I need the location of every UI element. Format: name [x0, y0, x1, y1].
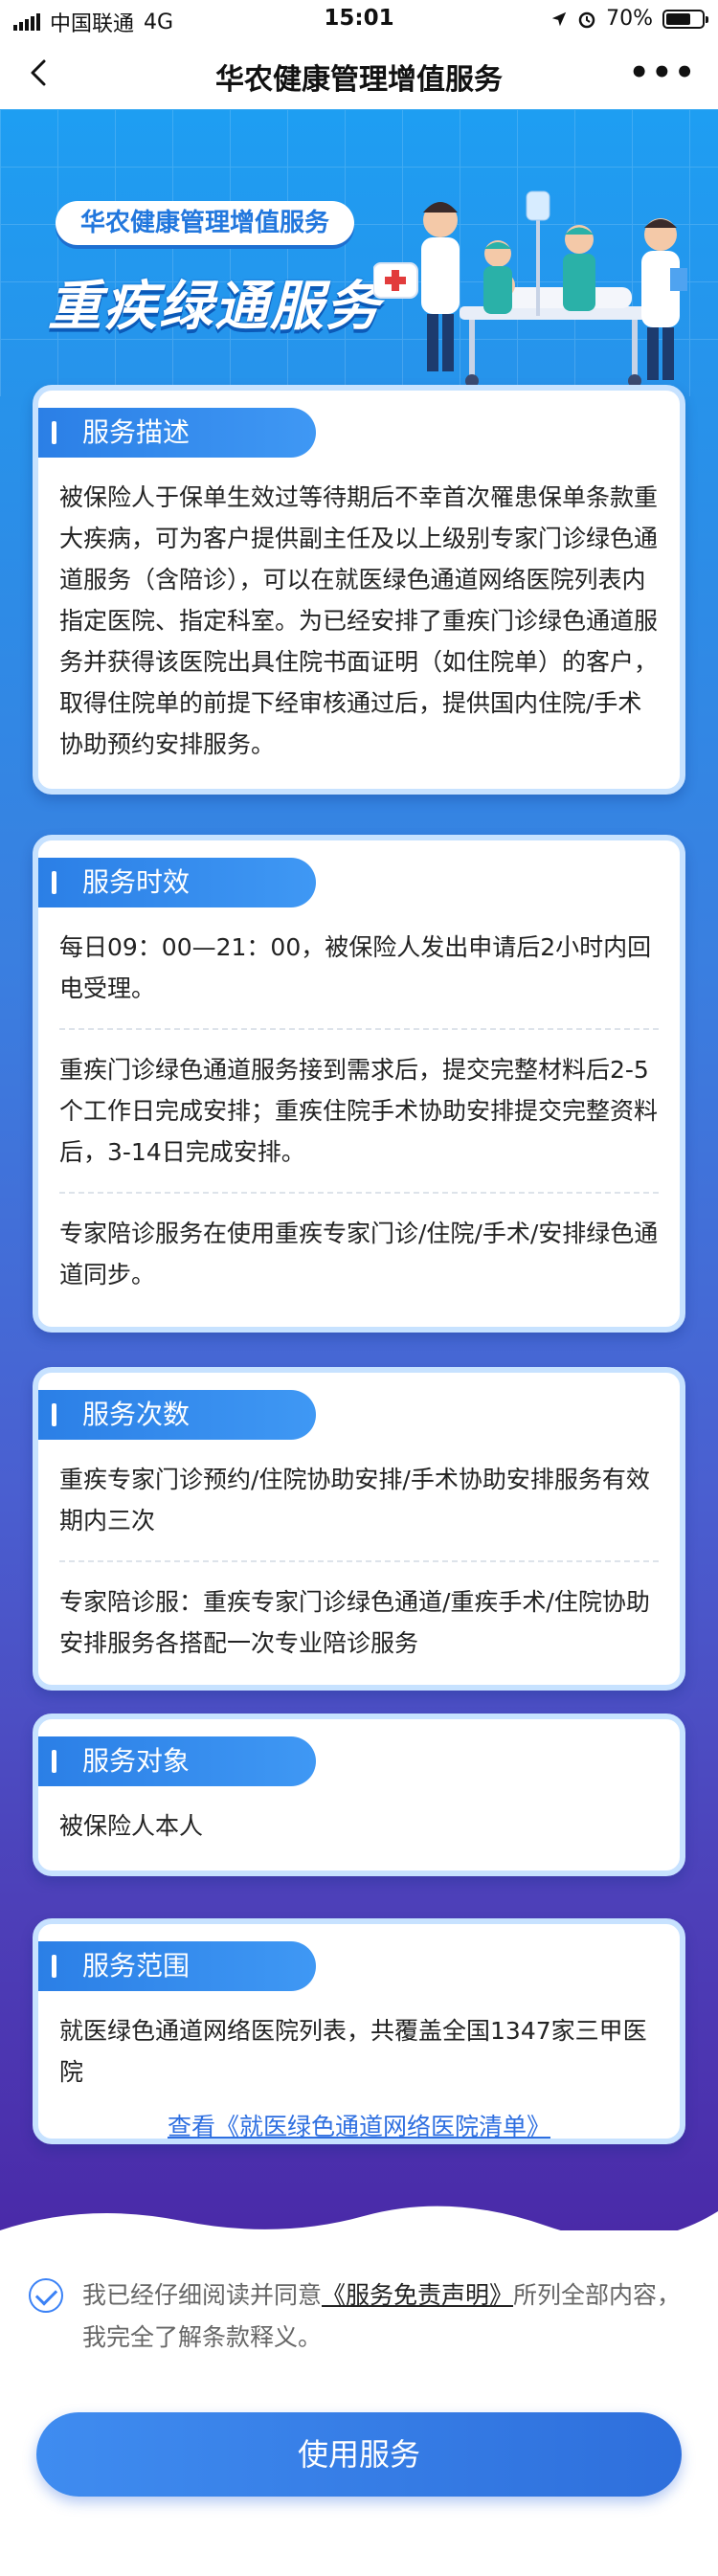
use-service-button[interactable]: 使用服务	[36, 2412, 682, 2497]
card-body: 重疾专家门诊预约/住院协助安排/手术协助安排服务有效期内三次 专家陪诊服：重疾专…	[59, 1459, 659, 1664]
count-text-2: 专家陪诊服：重疾专家门诊绿色通道/重疾手术/住院协助安排服务各搭配一次专业陪诊服…	[59, 1588, 650, 1657]
hero-badge: 华农健康管理增值服务	[56, 201, 355, 245]
timeliness-text-1: 每日09：00—21：00，被保险人发出申请后2小时内回电受理。	[59, 933, 652, 1002]
more-dots-icon[interactable]: •••	[629, 54, 697, 92]
divider	[59, 1560, 659, 1562]
medical-team-illustration	[373, 190, 687, 388]
card-count: 服务次数 重疾专家门诊预约/住院协助安排/手术协助安排服务有效期内三次 专家陪诊…	[33, 1367, 685, 1691]
section-header: 服务描述	[38, 408, 316, 458]
location-icon	[551, 11, 567, 26]
card-target: 服务对象 被保险人本人	[33, 1714, 685, 1876]
timeliness-text-2: 重疾门诊绿色通道服务接到需求后，提交完整材料后2-5个工作日完成安排；重疾住院手…	[59, 1056, 659, 1166]
card-scope: 服务范围 就医绿色通道网络医院列表，共覆盖全国1347家三甲医院 查看《就医绿色…	[33, 1918, 685, 2144]
card-body: 被保险人于保单生效过等待期后不幸首次罹患保单条款重大疾病，可为客户提供副主任及以…	[59, 477, 659, 765]
nav-bar: 华农健康管理增值服务 •••	[0, 38, 718, 109]
section-header: 服务次数	[38, 1390, 316, 1440]
divider	[59, 1028, 659, 1030]
card-body: 就医绿色通道网络医院列表，共覆盖全国1347家三甲医院 查看《就医绿色通道网络医…	[59, 2010, 659, 2147]
battery-percent: 70%	[606, 7, 653, 31]
agreement-prefix: 我已经仔细阅读并同意	[82, 2281, 323, 2309]
divider	[59, 1192, 659, 1194]
disclaimer-link[interactable]: 《服务免责声明》	[322, 2281, 513, 2309]
card-body: 被保险人本人	[59, 1805, 659, 1847]
hospital-list-link[interactable]: 查看《就医绿色通道网络医院清单》	[59, 2106, 659, 2147]
battery-icon	[662, 9, 708, 29]
section-header: 服务时效	[38, 858, 316, 907]
card-body: 每日09：00—21：00，被保险人发出申请后2小时内回电受理。 重疾门诊绿色通…	[59, 927, 659, 1295]
section-header: 服务对象	[38, 1736, 316, 1786]
card-description: 服务描述 被保险人于保单生效过等待期后不幸首次罹患保单条款重大疾病，可为客户提供…	[33, 385, 685, 795]
target-text: 被保险人本人	[59, 1812, 204, 1840]
agreement-checkbox[interactable]	[29, 2278, 63, 2313]
bottom-panel: 我已经仔细阅读并同意《服务免责声明》所列全部内容，我完全了解条款释义。 使用服务	[0, 2230, 718, 2576]
description-text: 被保险人于保单生效过等待期后不幸首次罹患保单条款重大疾病，可为客户提供副主任及以…	[59, 483, 659, 758]
timeliness-text-3: 专家陪诊服务在使用重疾专家门诊/住院/手术/安排绿色通道同步。	[59, 1220, 659, 1288]
status-right: 70%	[550, 7, 708, 31]
agreement-row: 我已经仔细阅读并同意《服务免责声明》所列全部内容，我完全了解条款释义。	[29, 2274, 689, 2359]
scope-text: 就医绿色通道网络医院列表，共覆盖全国1347家三甲医院	[59, 2017, 647, 2086]
status-bar: 中国联通 4G 15:01 70%	[0, 0, 718, 38]
page-title: 华农健康管理增值服务	[215, 63, 503, 97]
hero-title: 重疾绿通服务	[48, 276, 381, 338]
section-header: 服务范围	[38, 1941, 316, 1991]
alarm-icon	[578, 11, 595, 28]
card-timeliness: 服务时效 每日09：00—21：00，被保险人发出申请后2小时内回电受理。 重疾…	[33, 835, 685, 1333]
count-text-1: 重疾专家门诊预约/住院协助安排/手术协助安排服务有效期内三次	[59, 1466, 650, 1534]
agreement-text: 我已经仔细阅读并同意《服务免责声明》所列全部内容，我完全了解条款释义。	[82, 2274, 689, 2359]
